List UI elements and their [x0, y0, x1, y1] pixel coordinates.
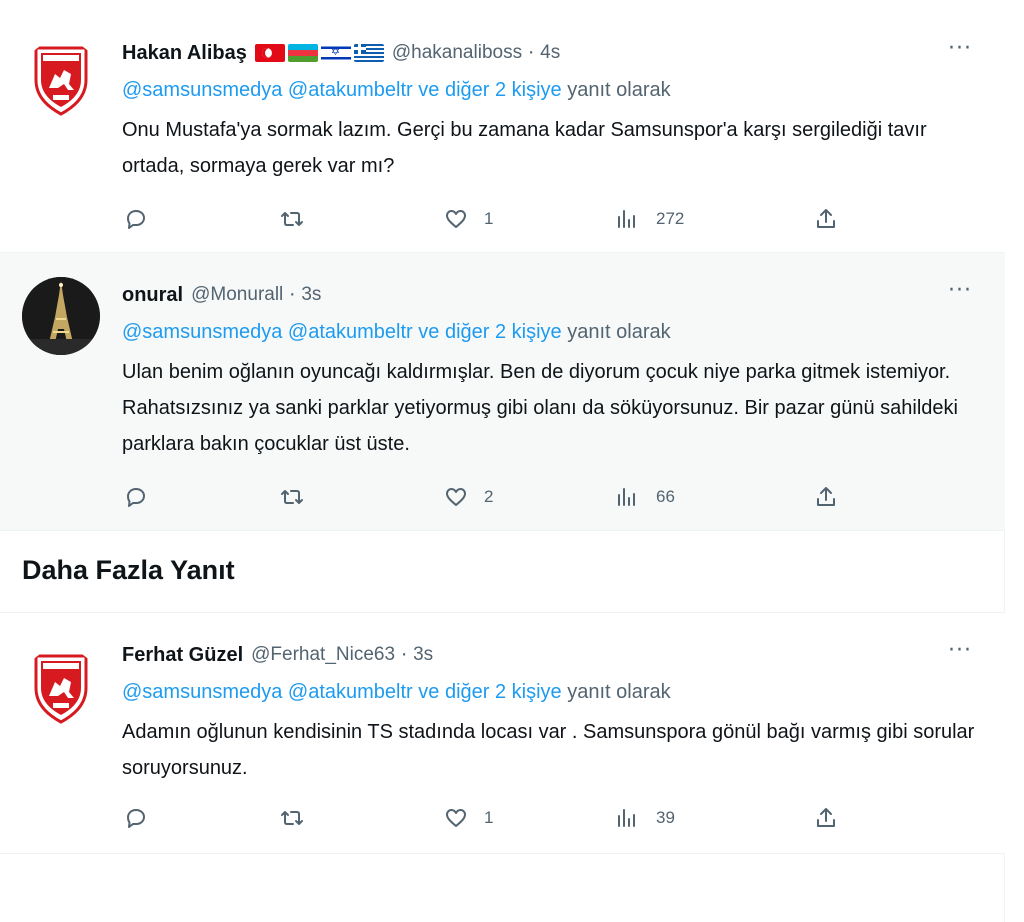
views-count: 39: [656, 808, 675, 827]
like-count: 1: [484, 209, 494, 228]
retweet-button[interactable]: [280, 482, 304, 512]
flag-emojis: [254, 44, 384, 62]
tweet[interactable]: onural @Monurall · 3s @samsunsmedya @ata…: [0, 253, 1005, 531]
reply-button[interactable]: [124, 204, 148, 234]
author-name[interactable]: Ferhat Güzel: [122, 644, 243, 667]
retweet-icon: [281, 212, 303, 226]
like-icon: [446, 210, 466, 228]
reply-icon: [127, 488, 145, 507]
share-icon: [817, 808, 835, 827]
avatar[interactable]: [22, 40, 100, 118]
views-button[interactable]: 66: [614, 482, 675, 512]
more-icon[interactable]: ···: [945, 36, 975, 61]
azerbaijan-flag-icon: [287, 44, 318, 62]
reply-icon: [127, 210, 145, 229]
share-icon: [817, 487, 835, 506]
greece-flag-icon: [353, 44, 384, 62]
samsunspor-logo-icon: [34, 654, 88, 724]
views-icon: [618, 809, 635, 827]
like-button[interactable]: 1: [444, 803, 493, 833]
reply-mentions[interactable]: @samsunsmedya @atakumbeltr: [122, 321, 413, 343]
reply-mentions[interactable]: @samsunsmedya @atakumbeltr: [122, 79, 413, 101]
samsunspor-logo-icon: [34, 46, 88, 116]
more-replies-heading: Daha Fazla Yanıt: [22, 555, 235, 585]
reply-mentions[interactable]: @samsunsmedya @atakumbeltr: [122, 681, 413, 703]
tweet-actions: 1 272: [122, 204, 842, 234]
views-button[interactable]: 272: [614, 204, 684, 234]
separator-dot: ·: [528, 42, 535, 64]
reply-context: @samsunsmedya @atakumbeltr ve diğer 2 ki…: [122, 321, 975, 344]
retweet-icon: [281, 811, 303, 825]
avatar[interactable]: [22, 648, 100, 726]
like-icon: [446, 809, 466, 827]
eiffel-tower-photo-icon: [22, 277, 100, 355]
reply-others-link[interactable]: ve diğer 2 kişiye: [418, 321, 561, 343]
tweet-text: Ulan benim oğlanın oyuncağı kaldırmışlar…: [122, 361, 958, 455]
retweet-button[interactable]: [280, 204, 304, 234]
like-count: 2: [484, 487, 494, 506]
tweet-body: Hakan Alibaş @hakanaliboss · 4s @samsuns…: [122, 38, 975, 184]
tweet[interactable]: Hakan Alibaş @hakanaliboss · 4s @samsuns…: [0, 0, 1005, 253]
tweet-time[interactable]: 4s: [540, 42, 560, 64]
tweet-actions: 2 66: [122, 482, 842, 512]
share-button[interactable]: [814, 204, 838, 234]
separator-dot: ·: [289, 284, 296, 306]
reply-others-link[interactable]: ve diğer 2 kişiye: [418, 681, 561, 703]
reply-context: @samsunsmedya @atakumbeltr ve diğer 2 ki…: [122, 681, 975, 704]
reply-suffix: yanıt olarak: [567, 681, 671, 703]
more-icon[interactable]: ···: [945, 278, 975, 303]
share-button[interactable]: [814, 482, 838, 512]
like-count: 1: [484, 808, 494, 827]
like-icon: [446, 488, 466, 506]
tweet-time[interactable]: 3s: [301, 284, 321, 306]
reply-suffix: yanıt olarak: [567, 321, 671, 343]
views-count: 272: [656, 209, 685, 228]
reply-button[interactable]: [124, 803, 148, 833]
avatar[interactable]: [22, 277, 100, 355]
reply-context: @samsunsmedya @atakumbeltr ve diğer 2 ki…: [122, 79, 975, 102]
reply-others-link[interactable]: ve diğer 2 kişiye: [418, 79, 561, 101]
separator-dot: ·: [401, 644, 408, 666]
reply-icon: [127, 809, 145, 828]
tweet-header: onural @Monurall · 3s: [122, 280, 975, 310]
tweet-actions: 1 39: [122, 803, 842, 833]
tweet[interactable]: Ferhat Güzel @Ferhat_Nice63 · 3s @samsun…: [0, 612, 1005, 854]
retweet-button[interactable]: [280, 803, 304, 833]
views-icon: [618, 210, 635, 228]
author-handle[interactable]: @Ferhat_Nice63: [251, 644, 395, 666]
reply-button[interactable]: [124, 482, 148, 512]
reply-suffix: yanıt olarak: [567, 79, 671, 101]
retweet-icon: [281, 490, 303, 504]
turkey-flag-icon: [254, 44, 285, 62]
tweet-header: Hakan Alibaş @hakanaliboss · 4s: [122, 38, 975, 68]
share-button[interactable]: [814, 803, 838, 833]
more-icon[interactable]: ···: [945, 638, 975, 663]
like-button[interactable]: 1: [444, 204, 493, 234]
israel-flag-icon: [320, 44, 351, 62]
share-icon: [817, 209, 835, 228]
views-count: 66: [656, 487, 675, 506]
author-name[interactable]: Hakan Alibaş: [122, 42, 247, 65]
author-name[interactable]: onural: [122, 284, 183, 307]
tweet-text: Adamın oğlunun kendisinin TS stadında lo…: [122, 721, 975, 779]
tweet-header: Ferhat Güzel @Ferhat_Nice63 · 3s: [122, 640, 975, 670]
like-button[interactable]: 2: [444, 482, 493, 512]
views-button[interactable]: 39: [614, 803, 675, 833]
author-handle[interactable]: @hakanaliboss: [392, 42, 522, 64]
author-handle[interactable]: @Monurall: [191, 284, 283, 306]
tweet-time[interactable]: 3s: [413, 644, 433, 666]
tweet-text: Onu Mustafa'ya sormak lazım. Gerçi bu za…: [122, 119, 927, 177]
views-icon: [618, 488, 635, 506]
reply-feed: Hakan Alibaş @hakanaliboss · 4s @samsuns…: [0, 0, 1005, 922]
tweet-body: onural @Monurall · 3s @samsunsmedya @ata…: [122, 280, 975, 462]
tweet-body: Ferhat Güzel @Ferhat_Nice63 · 3s @samsun…: [122, 640, 975, 786]
